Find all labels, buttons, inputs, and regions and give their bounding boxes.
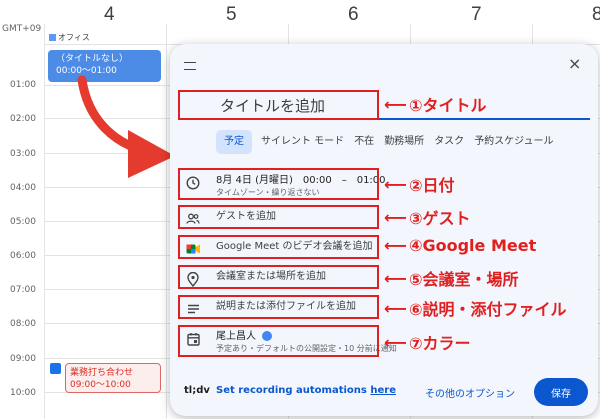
tldv-logo: tl;dv: [184, 385, 210, 396]
hour-label: 07:00: [10, 285, 36, 295]
annotation-date: ⟵ ②日付: [384, 174, 455, 196]
tab-event[interactable]: 予定: [216, 130, 252, 154]
more-options-button[interactable]: その他のオプション: [425, 385, 515, 400]
highlight-meet: [178, 235, 379, 259]
close-button[interactable]: ×: [568, 56, 581, 72]
hour-label: 10:00: [10, 388, 36, 398]
event-time: 09:00～10:00: [70, 380, 131, 390]
day-number-6[interactable]: 6: [348, 4, 359, 26]
event-meeting[interactable]: 業務打ち合わせ 09:00～10:00: [65, 363, 161, 393]
allday-event-office[interactable]: オフィス: [49, 32, 90, 43]
timezone-label: GMT+09: [2, 24, 42, 34]
annotation-location: ⟵ ⑤会議室・場所: [384, 268, 519, 290]
recording-automation-text: Set recording automations here: [216, 385, 396, 396]
hour-label: 09:00: [10, 354, 36, 364]
annotation-guests: ⟵ ③ゲスト: [384, 207, 471, 229]
hour-label: 02:00: [10, 114, 36, 124]
left-arrow-icon: ⟵: [384, 94, 407, 114]
left-arrow-icon: ⟵: [384, 298, 407, 318]
tab-focus-time[interactable]: サイレント モード: [256, 130, 349, 154]
highlight-date: [178, 168, 379, 200]
left-arrow-icon: ⟵: [384, 236, 407, 255]
save-button[interactable]: 保存: [534, 378, 588, 406]
annotation-meet: ⟵ ④Google Meet: [384, 236, 537, 255]
allday-event-label: オフィス: [58, 33, 90, 42]
day-number-7[interactable]: 7: [471, 4, 482, 26]
event-type-tabs: 予定 サイレント モード 不在 勤務場所 タスク 予約スケジュール: [216, 130, 559, 154]
calendar-icon: [50, 363, 61, 374]
tab-task[interactable]: タスク: [429, 130, 469, 154]
recording-automation-link[interactable]: here: [370, 385, 396, 396]
highlight-title: [178, 90, 379, 120]
annotation-title: ⟵ ①タイトル: [384, 94, 487, 116]
left-arrow-icon: ⟵: [384, 332, 407, 352]
left-arrow-icon: ⟵: [384, 174, 407, 194]
tab-out-of-office[interactable]: 不在: [349, 130, 379, 154]
left-arrow-icon: ⟵: [384, 207, 407, 227]
hour-label: 06:00: [10, 251, 36, 261]
tab-working-location[interactable]: 勤務場所: [379, 130, 429, 154]
event-title: 業務打ち合わせ: [70, 368, 134, 378]
hour-label: 08:00: [10, 319, 36, 329]
day-number-5[interactable]: 5: [226, 4, 237, 26]
event-title: （タイトルなし）: [56, 54, 129, 64]
drag-handle-icon[interactable]: [184, 62, 196, 70]
left-arrow-icon: ⟵: [384, 268, 407, 288]
highlight-guests: [178, 205, 379, 229]
annotation-calendar: ⟵ ⑦カラー: [384, 332, 471, 354]
highlight-location: [178, 265, 379, 289]
day-number-4[interactable]: 4: [104, 4, 115, 26]
highlight-calendar: [178, 325, 379, 357]
office-icon: [49, 34, 56, 41]
event-untitled[interactable]: （タイトルなし） 00:00～01:00: [48, 50, 161, 82]
event-time: 00:00～01:00: [56, 66, 117, 76]
hour-label: 01:00: [10, 80, 36, 90]
tab-appointment-schedule[interactable]: 予約スケジュール: [469, 130, 558, 154]
hour-label: 05:00: [10, 217, 36, 227]
highlight-description: [178, 295, 379, 319]
day-number-8[interactable]: 8: [592, 4, 600, 26]
hour-label: 03:00: [10, 149, 36, 159]
annotation-description: ⟵ ⑥説明・添付ファイル: [384, 298, 567, 320]
hour-label: 04:00: [10, 183, 36, 193]
